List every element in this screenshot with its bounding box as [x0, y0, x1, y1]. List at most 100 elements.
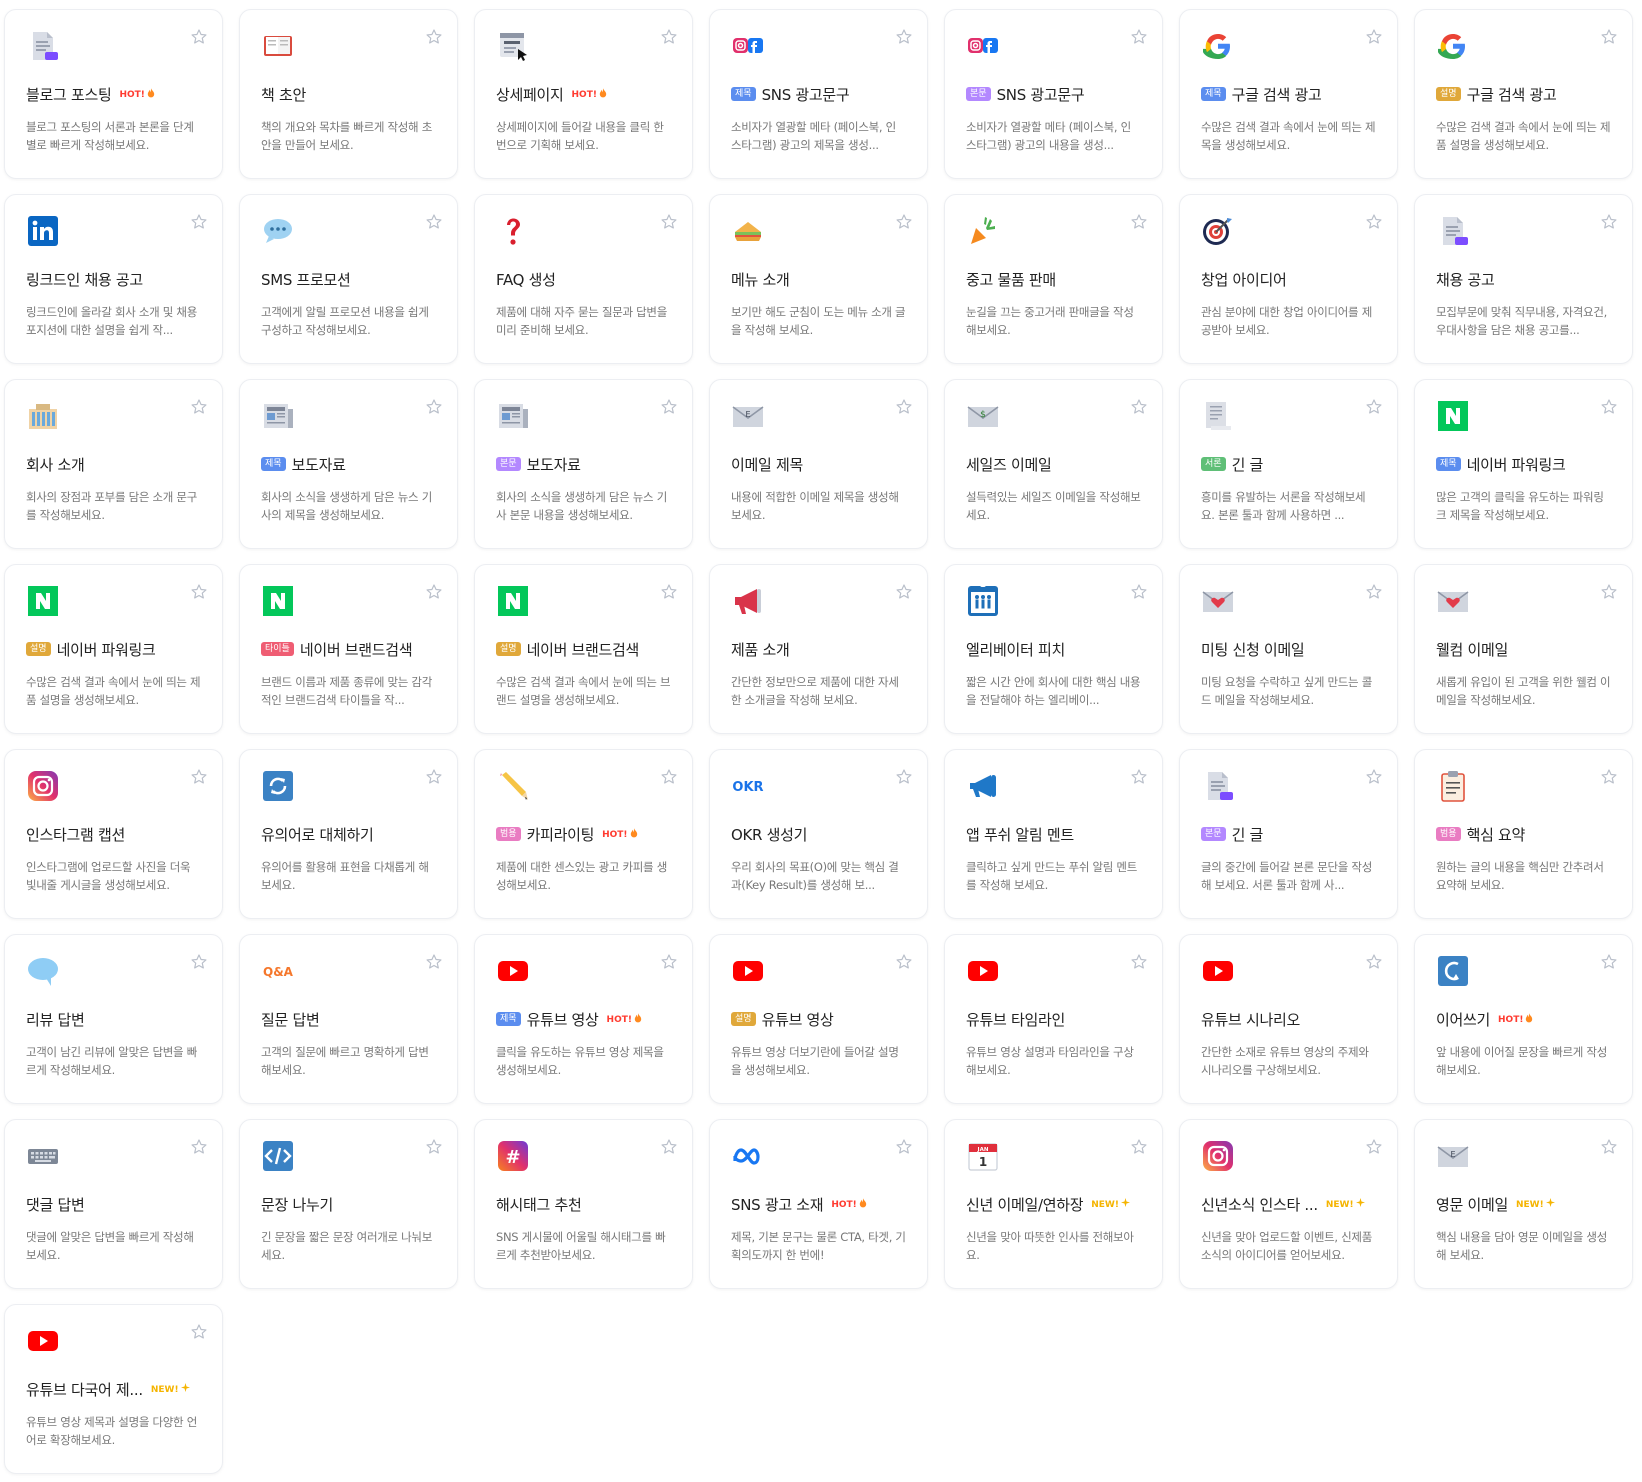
tool-card[interactable]: 본문 긴 글 글의 중간에 들어갈 본론 문단을 작성해 보세요. 서론 툴과 함께… — [1179, 749, 1398, 919]
favorite-star-icon[interactable] — [190, 953, 208, 971]
favorite-star-icon[interactable] — [1365, 213, 1383, 231]
tool-card[interactable]: 책 초안 책의 개요와 목차를 빠르게 작성해 초안을 만들어 보세요. — [239, 9, 458, 179]
favorite-star-icon[interactable] — [425, 583, 443, 601]
tool-card[interactable]: 인스타그램 캡션 인스타그램에 업로드할 사진을 더욱 빛내줄 게시글을 생성해보… — [4, 749, 223, 919]
favorite-star-icon[interactable] — [895, 583, 913, 601]
favorite-star-icon[interactable] — [1365, 768, 1383, 786]
favorite-star-icon[interactable] — [660, 28, 678, 46]
favorite-star-icon[interactable] — [1365, 398, 1383, 416]
favorite-star-icon[interactable] — [1130, 953, 1148, 971]
favorite-star-icon[interactable] — [895, 768, 913, 786]
favorite-star-icon[interactable] — [190, 28, 208, 46]
tool-card[interactable]: 서론 긴 글 흥미를 유발하는 서론을 작성해보세요. 본론 툴과 함께 사용하면 … — [1179, 379, 1398, 549]
favorite-star-icon[interactable] — [660, 583, 678, 601]
favorite-star-icon[interactable] — [1130, 768, 1148, 786]
tool-card[interactable]: 설명 네이버 파워링크 수많은 검색 결과 속에서 눈에 띄는 제품 설명을 생성해… — [4, 564, 223, 734]
favorite-star-icon[interactable] — [190, 1323, 208, 1341]
favorite-star-icon[interactable] — [1600, 953, 1618, 971]
tool-card[interactable]: # 해시태그 추천 SNS 게시물에 어울릴 해시태그를 빠르게 추천받아보세요. — [474, 1119, 693, 1289]
favorite-star-icon[interactable] — [190, 583, 208, 601]
tool-card[interactable]: 설명 구글 검색 광고 수많은 검색 결과 속에서 눈에 띄는 제품 설명을 생성해… — [1414, 9, 1633, 179]
tool-card[interactable]: 링크드인 채용 공고 링크드인에 올라갈 회사 소개 및 채용 포지션에 대한 설… — [4, 194, 223, 364]
favorite-star-icon[interactable] — [190, 213, 208, 231]
tool-card[interactable]: 본문 보도자료 회사의 소식을 생생하게 담은 뉴스 기사 본문 내용을 생성해보세… — [474, 379, 693, 549]
favorite-star-icon[interactable] — [895, 213, 913, 231]
tool-card[interactable]: 유의어로 대체하기 유의어를 활용해 표현을 다채롭게 해보세요. — [239, 749, 458, 919]
tool-card[interactable]: 회사 소개 회사의 장점과 포부를 담은 소개 문구를 작성해보세요. — [4, 379, 223, 549]
favorite-star-icon[interactable] — [1365, 583, 1383, 601]
tool-card[interactable]: SNS 광고 소재 HOT! 제목, 기본 문구는 물론 CTA, 타겟, 기획의도… — [709, 1119, 928, 1289]
favorite-star-icon[interactable] — [425, 28, 443, 46]
favorite-star-icon[interactable] — [1600, 768, 1618, 786]
tool-card[interactable]: 중고 물품 판매 눈길을 끄는 중고거래 판매글을 작성해보세요. — [944, 194, 1163, 364]
favorite-star-icon[interactable] — [190, 768, 208, 786]
tool-card[interactable]: 제품 소개 간단한 정보만으로 제품에 대한 자세한 소개글을 작성해 보세요. — [709, 564, 928, 734]
favorite-star-icon[interactable] — [425, 953, 443, 971]
tool-card[interactable]: E 영문 이메일 NEW! 핵심 내용을 담아 영문 이메일을 생성해 보세요. — [1414, 1119, 1633, 1289]
tool-card[interactable]: JAN 1 신년 이메일/연하장 NEW! 신년을 맞아 따뜻한 인사를 전해보아요. — [944, 1119, 1163, 1289]
tool-card[interactable]: FAQ 생성 제품에 대해 자주 묻는 질문과 답변을 미리 준비해 보세요. — [474, 194, 693, 364]
tool-card[interactable]: 신년소식 인스타 ... NEW! 신년을 맞아 업로드할 이벤트, 신제품 소식의… — [1179, 1119, 1398, 1289]
tool-card[interactable]: E 이메일 제목 내용에 적합한 이메일 제목을 생성해보세요. — [709, 379, 928, 549]
favorite-star-icon[interactable] — [660, 768, 678, 786]
favorite-star-icon[interactable] — [1600, 213, 1618, 231]
favorite-star-icon[interactable] — [190, 398, 208, 416]
tool-card[interactable]: 미팅 신청 이메일 미팅 요청을 수락하고 싶게 만드는 콜드 메일을 작성해보세… — [1179, 564, 1398, 734]
tool-card[interactable]: 유튜브 타임라인 유튜브 영상 설명과 타임라인을 구상해보세요. — [944, 934, 1163, 1104]
tool-card[interactable]: 본문 SNS 광고문구 소비자가 열광할 메타 (페이스북, 인스타그램) 광고의 … — [944, 9, 1163, 179]
favorite-star-icon[interactable] — [660, 398, 678, 416]
favorite-star-icon[interactable] — [1365, 1138, 1383, 1156]
tool-card[interactable]: 리뷰 답변 고객이 남긴 리뷰에 알맞은 답변을 빠르게 작성해보세요. — [4, 934, 223, 1104]
favorite-star-icon[interactable] — [1600, 28, 1618, 46]
tool-card[interactable]: 제목 네이버 파워링크 많은 고객의 클릭을 유도하는 파워링크 제목을 작성해보세… — [1414, 379, 1633, 549]
tool-card[interactable]: 상세페이지 HOT! 상세페이지에 들어갈 내용을 클릭 한 번으로 기획해 보세요… — [474, 9, 693, 179]
tool-card[interactable]: 앱 푸쉬 알림 멘트 클릭하고 싶게 만드는 푸쉬 알림 멘트를 작성해 보세요. — [944, 749, 1163, 919]
tool-card[interactable]: 메뉴 소개 보기만 해도 군침이 도는 메뉴 소개 글을 작성해 보세요. — [709, 194, 928, 364]
favorite-star-icon[interactable] — [1600, 583, 1618, 601]
favorite-star-icon[interactable] — [425, 213, 443, 231]
tool-card[interactable]: 제목 SNS 광고문구 소비자가 열광할 메타 (페이스북, 인스타그램) 광고의 … — [709, 9, 928, 179]
favorite-star-icon[interactable] — [1130, 213, 1148, 231]
tool-card[interactable]: 설명 네이버 브랜드검색 수많은 검색 결과 속에서 눈에 띄는 브랜드 설명을 생… — [474, 564, 693, 734]
tool-card[interactable]: 창업 아이디어 관심 분야에 대한 창업 아이디어를 제공받아 보세요. — [1179, 194, 1398, 364]
tool-card[interactable]: SMS 프로모션 고객에게 알릴 프로모션 내용을 쉽게 구성하고 작성해보세요. — [239, 194, 458, 364]
tool-card[interactable]: 설명 유튜브 영상 유튜브 영상 더보기란에 들어갈 설명을 생성해보세요. — [709, 934, 928, 1104]
tool-card[interactable]: 범용 핵심 요약 원하는 글의 내용을 핵심만 간추려서 요약해 보세요. — [1414, 749, 1633, 919]
favorite-star-icon[interactable] — [660, 1138, 678, 1156]
favorite-star-icon[interactable] — [660, 213, 678, 231]
favorite-star-icon[interactable] — [1600, 1138, 1618, 1156]
favorite-star-icon[interactable] — [425, 398, 443, 416]
favorite-star-icon[interactable] — [895, 28, 913, 46]
favorite-star-icon[interactable] — [1130, 398, 1148, 416]
tool-card[interactable]: 엘리베이터 피치 짧은 시간 안에 회사에 대한 핵심 내용을 전달해야 하는 엘… — [944, 564, 1163, 734]
tool-card[interactable]: 이어쓰기 HOT! 앞 내용에 이어질 문장을 빠르게 작성해보세요. — [1414, 934, 1633, 1104]
favorite-star-icon[interactable] — [1130, 28, 1148, 46]
favorite-star-icon[interactable] — [425, 1138, 443, 1156]
favorite-star-icon[interactable] — [895, 953, 913, 971]
favorite-star-icon[interactable] — [1130, 583, 1148, 601]
tool-card[interactable]: 댓글 답변 댓글에 알맞은 답변을 빠르게 작성해보세요. — [4, 1119, 223, 1289]
tool-card[interactable]: 웰컴 이메일 새롭게 유입이 된 고객을 위한 웰컴 이메일을 작성해보세요. — [1414, 564, 1633, 734]
tool-card[interactable]: 채용 공고 모집부문에 맞춰 직무내용, 자격요건, 우대사항을 담은 채용 공고… — [1414, 194, 1633, 364]
tool-card[interactable]: OKR OKR 생성기 우리 회사의 목표(O)에 맞는 핵심 결과(Key Res… — [709, 749, 928, 919]
favorite-star-icon[interactable] — [1600, 398, 1618, 416]
favorite-star-icon[interactable] — [895, 398, 913, 416]
tool-card[interactable]: 유튜브 시나리오 간단한 소재로 유튜브 영상의 주제와 시나리오를 구상해보세요… — [1179, 934, 1398, 1104]
favorite-star-icon[interactable] — [190, 1138, 208, 1156]
tool-card[interactable]: 범용 카피라이팅 HOT! 제품에 대한 센스있는 광고 카피를 생성해보세요. — [474, 749, 693, 919]
tool-card[interactable]: 블로그 포스팅 HOT! 블로그 포스팅의 서론과 본론을 단계별로 빠르게 작성해… — [4, 9, 223, 179]
favorite-star-icon[interactable] — [1365, 28, 1383, 46]
tool-card[interactable]: 유튜브 다국어 제... NEW! 유튜브 영상 제목과 설명을 다양한 언어로 확… — [4, 1304, 223, 1474]
tool-card[interactable]: 제목 구글 검색 광고 수많은 검색 결과 속에서 눈에 띄는 제목을 생성해보세요… — [1179, 9, 1398, 179]
tool-card[interactable]: 타이틀 네이버 브랜드검색 브랜드 이름과 제품 종류에 맞는 감각적인 브랜드검색… — [239, 564, 458, 734]
tool-card[interactable]: 제목 유튜브 영상 HOT! 클릭을 유도하는 유튜브 영상 제목을 생성해보세요. — [474, 934, 693, 1104]
favorite-star-icon[interactable] — [1130, 1138, 1148, 1156]
tool-card[interactable]: Q&A 질문 답변 고객의 질문에 빠르고 명확하게 답변해보세요. — [239, 934, 458, 1104]
favorite-star-icon[interactable] — [660, 953, 678, 971]
tool-card[interactable]: 문장 나누기 긴 문장을 짧은 문장 여러개로 나눠보세요. — [239, 1119, 458, 1289]
tool-card[interactable]: 제목 보도자료 회사의 소식을 생생하게 담은 뉴스 기사의 제목을 생성해보세요. — [239, 379, 458, 549]
favorite-star-icon[interactable] — [895, 1138, 913, 1156]
favorite-star-icon[interactable] — [425, 768, 443, 786]
favorite-star-icon[interactable] — [1365, 953, 1383, 971]
tool-card[interactable]: $ 세일즈 이메일 설득력있는 세일즈 이메일을 작성해보세요. — [944, 379, 1163, 549]
